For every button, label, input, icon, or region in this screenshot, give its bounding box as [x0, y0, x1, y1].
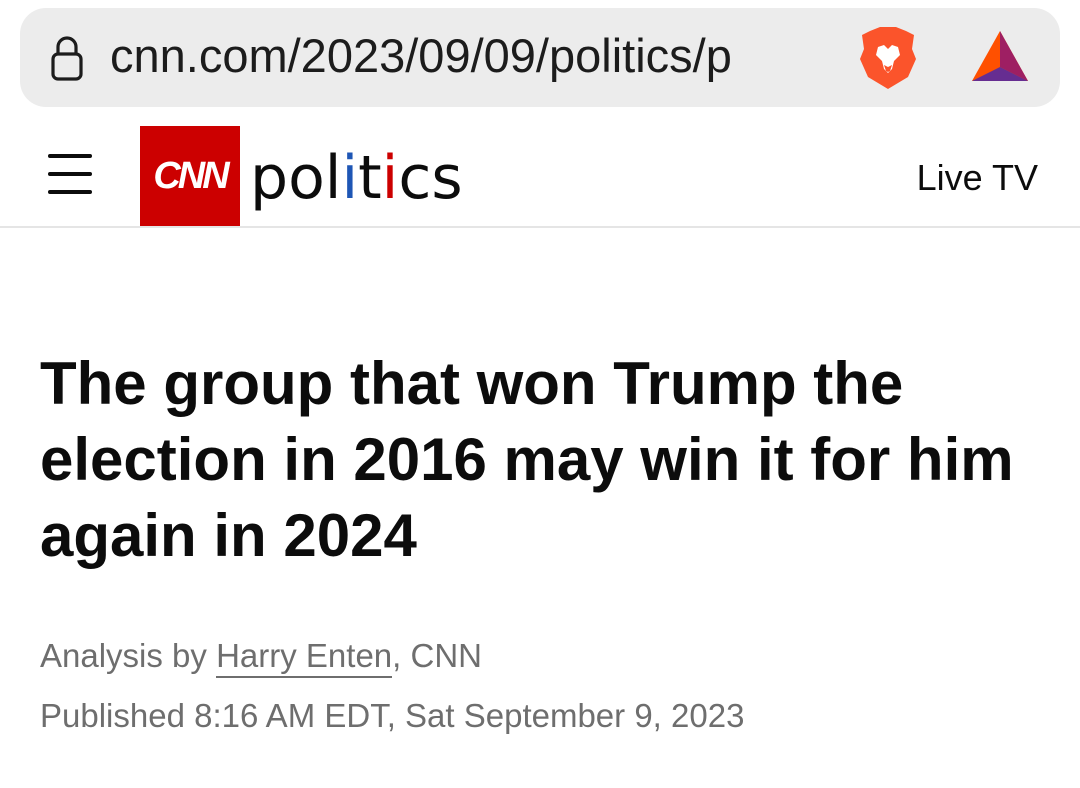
byline-prefix: Analysis by [40, 637, 217, 674]
author-link[interactable]: Harry Enten [216, 637, 393, 678]
lock-icon [51, 36, 83, 81]
section-part-1: pol [250, 143, 342, 213]
live-tv-link[interactable]: Live TV [917, 156, 1038, 200]
site-header: CNN politics Live TV [0, 118, 1080, 228]
article-headline: The group that won Trump the election in… [40, 350, 1014, 569]
section-title-politics[interactable]: politics [250, 138, 463, 218]
section-part-2: i [341, 143, 359, 213]
byline: Analysis by Harry Enten, CNN [40, 634, 482, 678]
bat-triangle-icon[interactable] [970, 27, 1030, 85]
byline-suffix: , CNN [392, 637, 482, 674]
published-timestamp: Published 8:16 AM EDT, Sat September 9, … [40, 697, 745, 734]
hamburger-menu-icon[interactable] [48, 154, 92, 194]
browser-toolbar: cnn.com/2023/09/09/politics/p [0, 0, 1080, 118]
section-part-5: cs [398, 143, 463, 213]
cnn-logo[interactable]: CNN [140, 126, 240, 226]
section-part-3: t [358, 143, 382, 213]
url-text[interactable]: cnn.com/2023/09/09/politics/p [110, 26, 832, 86]
brave-lion-icon[interactable] [858, 25, 918, 91]
section-part-4: i [381, 143, 399, 213]
